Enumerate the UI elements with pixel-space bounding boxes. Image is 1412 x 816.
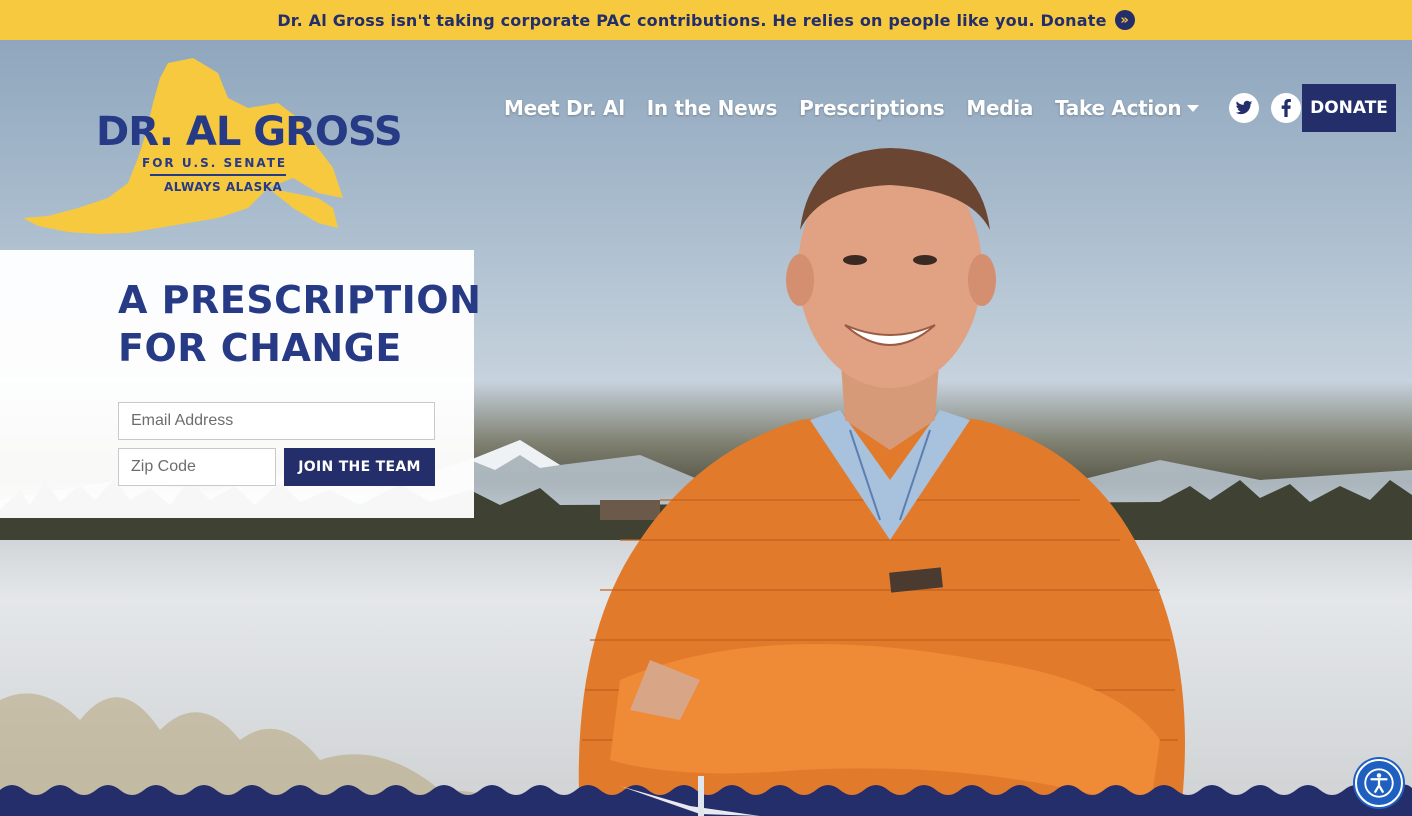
nav-take-action-label: Take Action	[1055, 96, 1182, 120]
join-the-team-button[interactable]: JOIN THE TEAM	[284, 448, 435, 486]
caret-down-icon	[1187, 104, 1200, 112]
accessibility-icon	[1364, 768, 1394, 798]
donate-button[interactable]: DONATE	[1302, 84, 1396, 132]
headline-line-2: FOR CHANGE	[118, 326, 402, 370]
headline-line-1: A PRESCRIPTION	[118, 278, 482, 322]
nav-take-action[interactable]: Take Action	[1055, 96, 1200, 120]
facebook-icon[interactable]	[1271, 93, 1302, 123]
main-nav: Meet Dr. Al In the News Prescriptions Me…	[504, 84, 1355, 132]
nav-media[interactable]: Media	[966, 96, 1033, 120]
candidate-photo	[578, 148, 1185, 816]
wave-divider	[0, 776, 1412, 816]
donate-banner[interactable]: Dr. Al Gross isn't taking corporate PAC …	[0, 0, 1412, 40]
logo-subtitle: FOR U.S. SENATE	[142, 156, 288, 170]
email-field[interactable]	[118, 402, 435, 440]
nav-in-the-news[interactable]: In the News	[647, 96, 778, 120]
double-chevron-right-icon[interactable]: »	[1114, 10, 1135, 30]
logo-name[interactable]: DR. AL GROSS	[96, 112, 403, 152]
banner-text[interactable]: Dr. Al Gross isn't taking corporate PAC …	[277, 11, 1106, 30]
page-headline: A PRESCRIPTION FOR CHANGE	[118, 276, 481, 372]
zip-code-field[interactable]	[118, 448, 276, 486]
nav-meet-dr-al[interactable]: Meet Dr. Al	[504, 96, 625, 120]
logo-divider	[150, 174, 286, 176]
accessibility-button[interactable]	[1355, 759, 1403, 807]
twitter-icon[interactable]	[1229, 93, 1260, 123]
logo-tagline: ALWAYS ALASKA	[164, 180, 283, 194]
nav-prescriptions[interactable]: Prescriptions	[799, 96, 945, 120]
